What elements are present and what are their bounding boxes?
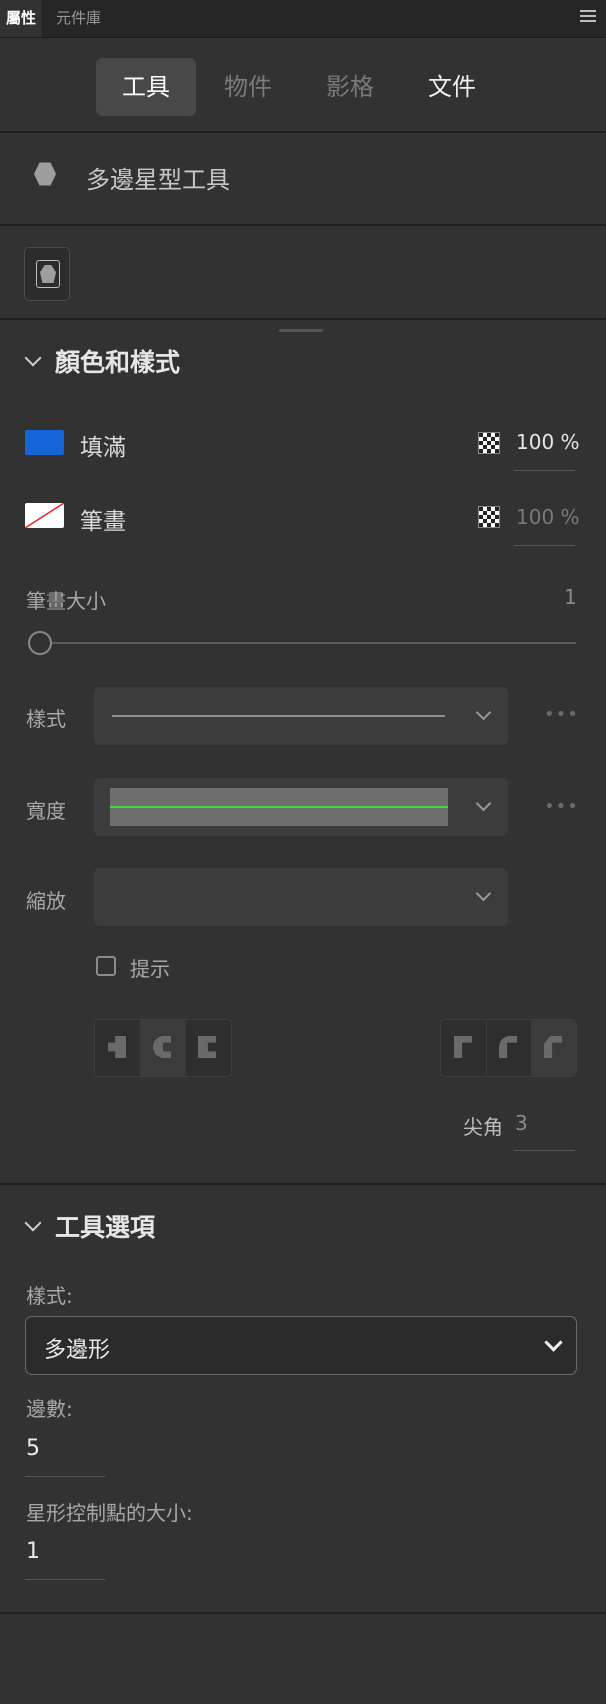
cap-none-button[interactable]	[95, 1020, 141, 1076]
fill-opacity-underline	[514, 470, 575, 471]
shape-style-value: 多邊形	[44, 1338, 111, 1363]
width-profile-more-icon[interactable]: •••	[544, 796, 579, 817]
collapse-chevron-icon[interactable]	[24, 1214, 42, 1232]
section-title-color-style[interactable]: 顏色和樣式	[55, 343, 180, 379]
chevron-down-icon	[475, 885, 492, 902]
panel-tab-library[interactable]: 元件庫	[50, 0, 107, 37]
polystar-tool-icon	[34, 162, 56, 186]
stroke-label: 筆畫	[80, 509, 126, 535]
style-label: 樣式	[26, 707, 66, 731]
cap-square-icon	[198, 1036, 216, 1058]
width-profile-line	[110, 806, 448, 808]
join-bevel-icon	[544, 1036, 562, 1058]
join-bevel-button[interactable]	[531, 1020, 576, 1076]
join-round-icon	[499, 1036, 517, 1058]
scale-dropdown[interactable]	[94, 868, 508, 926]
stroke-style-dropdown[interactable]	[94, 687, 508, 745]
collapse-chevron-icon[interactable]	[24, 349, 42, 367]
divider	[0, 224, 606, 226]
fill-label: 填滿	[80, 435, 126, 461]
stroke-size-label: 筆畫大小	[26, 589, 106, 613]
tab-frame[interactable]: 影格	[300, 58, 400, 116]
divider	[0, 1612, 606, 1614]
stroke-size-slider-handle[interactable]	[28, 631, 52, 655]
stroke-size-value[interactable]: 1	[564, 585, 577, 609]
stroke-size-slider-track[interactable]	[50, 642, 576, 644]
hint-label: 提示	[130, 957, 170, 981]
star-point-size-label: 星形控制點的大小:	[26, 1501, 193, 1525]
star-point-size-value[interactable]: 1	[26, 1539, 40, 1564]
divider	[0, 1183, 606, 1185]
stroke-style-more-icon[interactable]: •••	[544, 704, 579, 725]
shape-style-select[interactable]: 多邊形	[25, 1316, 577, 1375]
cap-square-button[interactable]	[185, 1020, 230, 1076]
miter-value[interactable]: 3	[515, 1111, 528, 1135]
tab-document[interactable]: 文件	[402, 58, 502, 116]
chevron-down-icon	[475, 795, 492, 812]
sides-underline	[25, 1476, 105, 1477]
panel-menu-icon[interactable]	[580, 10, 596, 26]
join-miter-icon	[454, 1036, 472, 1058]
sides-label: 邊數:	[26, 1397, 73, 1421]
cap-round-icon	[153, 1036, 171, 1058]
scale-label: 縮放	[26, 889, 66, 913]
solid-line-preview	[112, 715, 445, 717]
fill-alpha-checker-icon	[478, 432, 500, 454]
cap-none-icon	[108, 1036, 126, 1058]
stroke-color-swatch[interactable]	[25, 503, 64, 528]
join-button-group	[440, 1019, 577, 1077]
object-drawing-mode-button[interactable]	[24, 247, 70, 301]
shape-style-label: 樣式:	[26, 1284, 73, 1308]
width-label: 寬度	[26, 799, 66, 823]
width-profile-preview	[110, 788, 448, 826]
miter-underline	[514, 1150, 575, 1151]
divider	[0, 131, 606, 133]
miter-label: 尖角	[463, 1115, 503, 1139]
tab-object[interactable]: 物件	[198, 58, 298, 116]
width-profile-dropdown[interactable]	[94, 778, 508, 836]
fill-color-swatch[interactable]	[25, 430, 64, 455]
chevron-down-icon	[475, 704, 492, 721]
resize-grip[interactable]	[279, 329, 323, 332]
cap-button-group	[94, 1019, 232, 1077]
section-title-tool-options[interactable]: 工具選項	[55, 1208, 155, 1244]
cap-round-button[interactable]	[140, 1020, 186, 1076]
tool-name: 多邊星型工具	[86, 166, 230, 194]
panel-tab-properties[interactable]: 屬性	[0, 0, 43, 37]
chevron-down-icon	[544, 1333, 563, 1352]
hint-checkbox[interactable]	[96, 956, 116, 976]
sides-value[interactable]: 5	[26, 1436, 40, 1461]
join-round-button[interactable]	[486, 1020, 532, 1076]
fill-opacity-value[interactable]: 100 %	[516, 430, 580, 454]
divider	[0, 318, 606, 320]
stroke-opacity-value[interactable]: 100 %	[516, 505, 580, 529]
join-miter-button[interactable]	[441, 1020, 487, 1076]
stroke-alpha-checker-icon	[478, 506, 500, 528]
object-drawing-icon	[36, 260, 60, 288]
star-point-size-underline	[25, 1579, 105, 1580]
stroke-opacity-underline	[514, 545, 575, 546]
tab-tool[interactable]: 工具	[96, 58, 196, 116]
